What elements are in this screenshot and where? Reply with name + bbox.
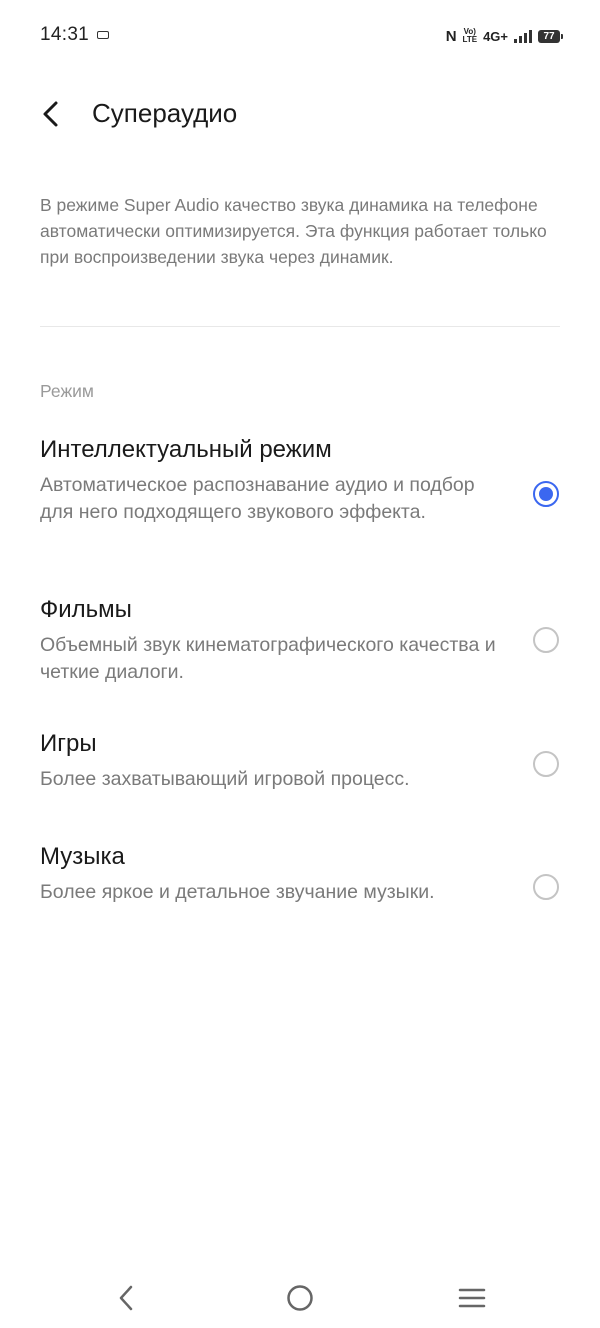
option-music[interactable]: Музыка Более яркое и детальное звучание … [0,843,600,943]
status-icons: N Vo) LTE 4G+ 77 [445,26,563,46]
status-bar: 14:31 N Vo) LTE 4G+ 77 [0,0,600,70]
option-title: Фильмы [40,596,132,623]
radio-button[interactable] [533,751,559,777]
nfc-icon: N [445,27,457,45]
section-label: Режим [40,381,94,401]
signal-icon [514,29,532,43]
option-title: Игры [40,730,97,757]
nav-home-button[interactable] [278,1278,322,1318]
nav-back-icon [119,1285,133,1311]
radio-button[interactable] [533,874,559,900]
option-description: Более захватывающий игровой процесс. [40,768,410,790]
back-button[interactable] [30,94,70,134]
chevron-left-icon [43,101,58,127]
option-title: Музыка [40,843,125,870]
volte-icon: Vo) LTE [462,27,478,44]
option-intelligent[interactable]: Интеллектуальный режим Автоматическое ра… [0,436,600,556]
navigation-bar [0,1268,600,1328]
radio-button[interactable] [533,627,559,653]
nav-menu-icon [458,1288,486,1308]
option-description: Автоматическое распознавание аудио и под… [40,474,475,523]
divider [40,326,560,327]
nav-back-button[interactable] [104,1278,148,1318]
feature-description: В режиме Super Audio качество звука дина… [40,195,547,267]
screen: 14:31 N Vo) LTE 4G+ 77 Супераудио В режим… [0,0,600,1328]
nav-home-icon [287,1285,313,1311]
option-movies[interactable]: Фильмы Объемный звук кинематографическог… [0,596,600,696]
option-description: Объемный звук кинематографического качес… [40,634,496,683]
option-description: Более яркое и детальное звучание музыки. [40,881,435,903]
nav-menu-button[interactable] [450,1278,494,1318]
radio-button-selected[interactable] [533,481,559,507]
option-games[interactable]: Игры Более захватывающий игровой процесс… [0,730,600,800]
status-time: 14:31 [40,24,90,45]
battery-icon: 77 [538,29,563,43]
network-type: 4G+ [483,28,508,44]
page-title: Супераудио [92,98,238,128]
option-title: Интеллектуальный режим [40,436,332,463]
header: Супераудио [0,90,600,140]
voicemail-icon [97,31,109,39]
